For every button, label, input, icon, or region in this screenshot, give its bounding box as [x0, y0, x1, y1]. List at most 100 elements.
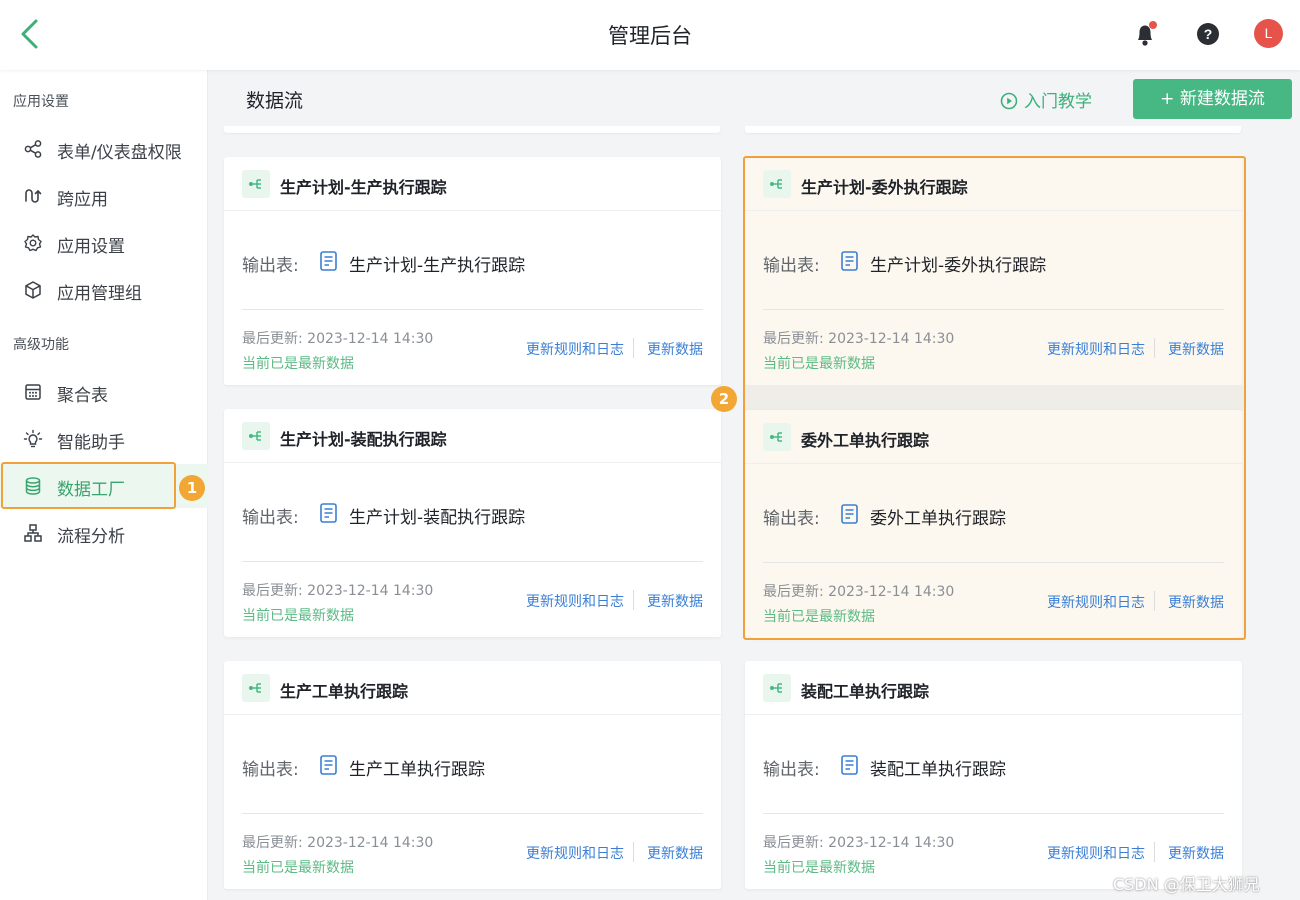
cube-icon — [25, 281, 41, 299]
output-table-link[interactable]: 装配工单执行跟踪 — [870, 755, 1006, 780]
dataflow-card[interactable]: 生产计划-生产执行跟踪 输出表: 生产计划-生产执行跟踪 最后更新: 2023-… — [224, 157, 721, 385]
light-bulb-icon — [23, 429, 43, 448]
dataflow-icon — [242, 422, 270, 450]
sidebar: 应用设置 表单/仪表盘权限 跨应用 应用设置 应用管理组 高级功能 聚合表 智能… — [0, 70, 208, 900]
sidebar-item-smart-assistant[interactable]: 智能助手 — [0, 417, 208, 461]
help-icon[interactable]: ? — [1196, 22, 1220, 46]
sidebar-item-form-permission[interactable]: 表单/仪表盘权限 — [0, 127, 208, 171]
output-table-link[interactable]: 生产计划-委外执行跟踪 — [870, 251, 1046, 276]
update-data-link[interactable]: 更新数据 — [1168, 592, 1224, 612]
dataflow-icon — [242, 170, 270, 198]
divider — [763, 813, 1224, 814]
card-title: 生产计划-委外执行跟踪 — [801, 178, 968, 197]
output-label: 输出表: — [763, 256, 820, 276]
last-updated-text: 最后更新: 2023-12-14 14:30 — [763, 584, 955, 600]
svg-text:?: ? — [1204, 26, 1213, 42]
dataflow-card[interactable]: 生产计划-装配执行跟踪 输出表: 生产计划-装配执行跟踪 最后更新: 2023-… — [224, 409, 721, 637]
sidebar-item-label: 跨应用 — [57, 190, 108, 210]
divider — [763, 562, 1224, 563]
sidebar-section-advanced: 高级功能 — [13, 337, 69, 353]
output-label: 输出表: — [242, 760, 299, 780]
cross-app-icon — [25, 189, 42, 203]
card-title: 生产计划-装配执行跟踪 — [280, 430, 447, 449]
output-table-link[interactable]: 生产计划-装配执行跟踪 — [349, 503, 525, 528]
status-text: 当前已是最新数据 — [763, 356, 875, 372]
divider — [242, 561, 703, 562]
update-data-link[interactable]: 更新数据 — [647, 339, 703, 359]
sidebar-item-label: 应用设置 — [57, 237, 125, 257]
link-separator — [633, 842, 634, 862]
tutorial-link[interactable]: 入门教学 — [1000, 87, 1092, 112]
dataflow-card[interactable]: 生产计划-委外执行跟踪 输出表: 生产计划-委外执行跟踪 最后更新: 2023-… — [745, 157, 1242, 385]
sidebar-item-app-admin-group[interactable]: 应用管理组 — [0, 268, 208, 312]
page-title: 数据流 — [246, 90, 304, 112]
sidebar-item-app-settings[interactable]: 应用设置 — [0, 221, 208, 265]
notification-bell-icon[interactable] — [1133, 20, 1159, 48]
output-label: 输出表: — [242, 508, 299, 528]
link-separator — [633, 590, 634, 610]
dataflow-icon — [763, 170, 791, 198]
calculator-icon — [25, 384, 41, 400]
last-updated-text: 最后更新: 2023-12-14 14:30 — [763, 331, 955, 347]
sidebar-item-label: 智能助手 — [57, 433, 125, 453]
table-form-icon — [841, 251, 858, 271]
output-label: 输出表: — [763, 509, 820, 529]
tutorial-label: 入门教学 — [1024, 92, 1092, 112]
link-separator — [1154, 591, 1155, 611]
dataflow-card[interactable]: 装配工单执行跟踪 输出表: 装配工单执行跟踪 最后更新: 2023-12-14 … — [745, 661, 1242, 889]
user-avatar[interactable]: L — [1254, 19, 1283, 48]
status-text: 当前已是最新数据 — [242, 608, 354, 624]
step-badge-1: 1 — [179, 475, 205, 501]
card-title: 装配工单执行跟踪 — [801, 682, 930, 701]
output-table-link[interactable]: 生产计划-生产执行跟踪 — [349, 251, 525, 276]
update-rules-log-link[interactable]: 更新规则和日志 — [526, 339, 624, 359]
sidebar-item-label: 聚合表 — [57, 386, 108, 406]
table-form-icon — [320, 503, 337, 523]
card-header: 委外工单执行跟踪 — [745, 410, 1242, 464]
update-rules-log-link[interactable]: 更新规则和日志 — [1047, 843, 1145, 863]
sidebar-item-label: 表单/仪表盘权限 — [57, 143, 182, 163]
last-updated-text: 最后更新: 2023-12-14 14:30 — [763, 835, 955, 851]
dataflow-card[interactable]: 生产工单执行跟踪 输出表: 生产工单执行跟踪 最后更新: 2023-12-14 … — [224, 661, 721, 889]
card-header: 生产计划-委外执行跟踪 — [745, 157, 1242, 211]
dataflow-card[interactable]: 委外工单执行跟踪 输出表: 委外工单执行跟踪 最后更新: 2023-12-14 … — [745, 410, 1242, 638]
divider — [242, 309, 703, 310]
watermark-text: CSDN @保卫大狮兄 — [1113, 875, 1260, 894]
update-data-link[interactable]: 更新数据 — [1168, 843, 1224, 863]
update-data-link[interactable]: 更新数据 — [647, 843, 703, 863]
status-text: 当前已是最新数据 — [242, 356, 354, 372]
app-title: 管理后台 — [608, 24, 692, 48]
dataflow-icon — [242, 674, 270, 702]
update-data-link[interactable]: 更新数据 — [647, 591, 703, 611]
step-badge-2: 2 — [711, 386, 737, 412]
update-rules-log-link[interactable]: 更新规则和日志 — [1047, 339, 1145, 359]
link-separator — [633, 338, 634, 358]
table-form-icon — [320, 251, 337, 271]
update-rules-log-link[interactable]: 更新规则和日志 — [1047, 592, 1145, 612]
link-separator — [1154, 338, 1155, 358]
output-table-link[interactable]: 委外工单执行跟踪 — [870, 504, 1006, 529]
sidebar-item-data-factory[interactable]: 数据工厂 — [0, 464, 208, 508]
sidebar-item-cross-app[interactable]: 跨应用 — [0, 174, 208, 218]
status-text: 当前已是最新数据 — [763, 609, 875, 625]
card-header: 生产计划-装配执行跟踪 — [224, 409, 721, 463]
play-circle-icon — [1000, 92, 1018, 110]
last-updated-text: 最后更新: 2023-12-14 14:30 — [242, 583, 434, 599]
output-table-link[interactable]: 生产工单执行跟踪 — [349, 755, 485, 780]
update-data-link[interactable]: 更新数据 — [1168, 339, 1224, 359]
dataflow-icon — [763, 423, 791, 451]
output-label: 输出表: — [763, 760, 820, 780]
new-dataflow-button[interactable]: + 新建数据流 — [1133, 79, 1292, 119]
divider — [763, 309, 1224, 310]
sidebar-section-app: 应用设置 — [13, 94, 69, 110]
dataflow-icon — [763, 674, 791, 702]
sidebar-item-process-analysis[interactable]: 流程分析 — [0, 511, 208, 555]
card-header: 生产计划-生产执行跟踪 — [224, 157, 721, 211]
sidebar-item-aggregate-table[interactable]: 聚合表 — [0, 370, 208, 414]
update-rules-log-link[interactable]: 更新规则和日志 — [526, 843, 624, 863]
table-form-icon — [841, 504, 858, 524]
update-rules-log-link[interactable]: 更新规则和日志 — [526, 591, 624, 611]
status-text: 当前已是最新数据 — [763, 860, 875, 876]
selection-gap — [745, 385, 1244, 411]
sidebar-item-label: 应用管理组 — [57, 284, 142, 304]
